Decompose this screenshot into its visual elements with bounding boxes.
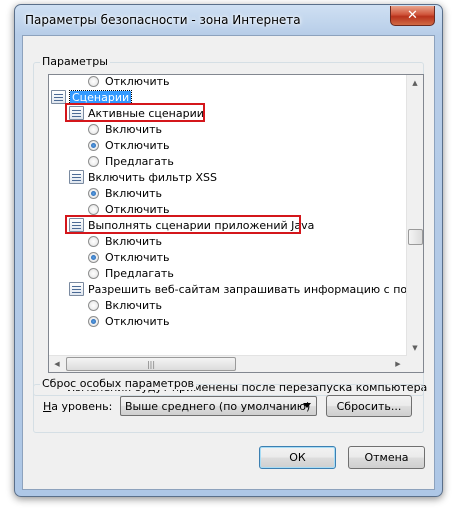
cancel-button[interactable]: Отмена [348, 446, 425, 469]
tree-row-label: Предлагать [105, 266, 174, 280]
radio-button[interactable] [88, 155, 99, 167]
highlight-callout [65, 103, 205, 122]
radio-button[interactable] [88, 251, 99, 263]
params-group-label: Параметры [40, 55, 110, 68]
highlight-callout [65, 215, 301, 234]
radio-option[interactable]: Отключить [88, 313, 170, 329]
tree-row-label: Отключить [105, 314, 170, 328]
tree-row-label: Сценарии [68, 89, 133, 105]
scroll-corner [406, 356, 423, 372]
tree-row-label: Включить [105, 122, 163, 136]
radio-button[interactable] [88, 267, 99, 279]
ok-button[interactable]: ОК [259, 446, 336, 469]
settings-tree[interactable]: Отключить Сценарии Активные сценарии Включи… [48, 74, 424, 373]
scroll-left-icon[interactable]: ◀ [49, 356, 65, 372]
script-icon [69, 282, 84, 296]
tree-row-label: Отключить [105, 138, 170, 152]
tree-row-label: Отключить [105, 202, 170, 216]
radio-button[interactable] [88, 299, 99, 311]
radio-button[interactable] [88, 187, 99, 199]
dialog-client-area: Параметры Отключить Сценарии Активные сцен… [22, 35, 435, 490]
radio-option[interactable]: Включить [88, 297, 162, 313]
tree-row-label: Включить [105, 234, 163, 248]
close-icon: ✕ [407, 8, 418, 23]
tree-row-label: Включить [105, 186, 163, 200]
radio-option[interactable]: Включить [88, 185, 162, 201]
radio-option[interactable]: Предлагать [88, 153, 174, 169]
vertical-scrollbar[interactable]: ▲ ▼ [406, 75, 423, 356]
security-settings-dialog: Параметры безопасности - зона Интернета … [14, 4, 443, 497]
scroll-right-icon[interactable]: ▶ [390, 356, 406, 372]
scroll-up-icon[interactable]: ▲ [407, 75, 423, 91]
level-select[interactable]: Выше среднего (по умолчанию) [120, 396, 317, 416]
radio-button[interactable] [88, 75, 99, 87]
radio-button[interactable] [88, 123, 99, 135]
tree-setting[interactable]: Разрешить веб-сайтам запрашивать информа… [69, 281, 422, 297]
radio-button[interactable] [88, 139, 99, 151]
vertical-scroll-thumb[interactable] [408, 229, 423, 245]
scroll-down-icon[interactable]: ▼ [407, 340, 423, 356]
chevron-down-icon [303, 403, 311, 408]
radio-option[interactable]: Отключить [88, 74, 170, 89]
horizontal-scrollbar[interactable]: ◀ ||| ▶ [49, 355, 406, 372]
radio-option[interactable]: Включить [88, 121, 162, 137]
script-icon [69, 170, 84, 184]
radio-option[interactable]: Отключить [88, 137, 170, 153]
radio-button[interactable] [88, 315, 99, 327]
radio-button[interactable] [88, 235, 99, 247]
reset-button[interactable]: Сбросить... [326, 395, 412, 417]
tree-row-label: Отключить [105, 250, 170, 264]
scroll-grip-icon: ||| [146, 359, 156, 369]
close-button[interactable]: ✕ [390, 6, 435, 26]
tree-row-label: Отключить [105, 74, 170, 88]
radio-option[interactable]: Предлагать [88, 265, 174, 281]
script-icon [51, 90, 66, 104]
radio-option[interactable]: Отключить [88, 249, 170, 265]
level-label: На уровень: [43, 400, 113, 413]
window-title: Параметры безопасности - зона Интернета [25, 13, 301, 27]
tree-setting[interactable]: Включить фильтр XSS [69, 169, 217, 185]
reset-group-label: Сброс особых параметров [40, 377, 197, 390]
tree-row-label: Разрешить веб-сайтам запрашивать информа… [88, 282, 423, 296]
radio-option[interactable]: Включить [88, 233, 162, 249]
level-select-value: Выше среднего (по умолчанию) [125, 399, 311, 413]
tree-row-label: Включить фильтр XSS [88, 170, 217, 184]
radio-button[interactable] [88, 203, 99, 215]
tree-row-label: Предлагать [105, 154, 174, 168]
tree-row-label: Включить [105, 298, 163, 312]
horizontal-scroll-thumb[interactable]: ||| [66, 357, 236, 371]
title-bar[interactable]: Параметры безопасности - зона Интернета … [15, 5, 442, 35]
